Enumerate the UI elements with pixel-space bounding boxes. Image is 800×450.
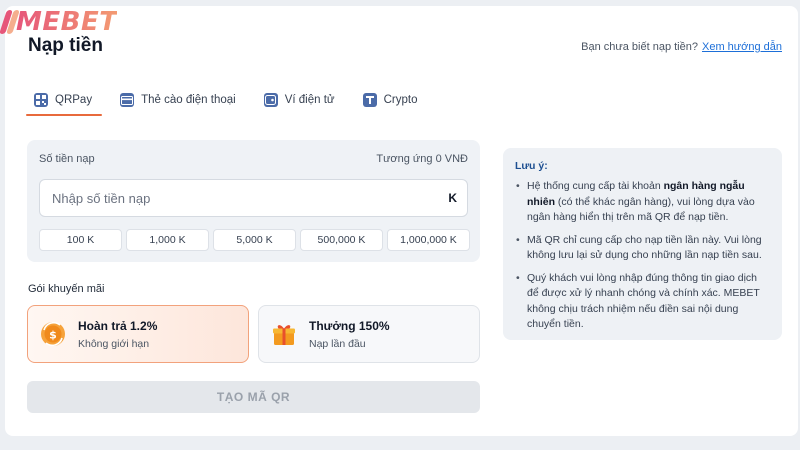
card-icon	[120, 93, 135, 107]
notes-box: Lưu ý: Hệ thống cung cấp tài khoản ngân …	[503, 148, 782, 340]
promo-text: Thưởng 150% Nạp lần đầu	[309, 319, 390, 350]
help-text: Bạn chưa biết nạp tiền?	[581, 41, 698, 53]
tab-label: Thẻ cào điện thoại	[141, 94, 236, 106]
amount-label: Số tiền nạp	[39, 153, 95, 165]
promo-bonus-card[interactable]: Thưởng 150% Nạp lần đầu	[258, 305, 480, 363]
promo-cashback-card[interactable]: $ Hoàn trả 1.2% Không giới hạn	[27, 305, 249, 363]
amount-presets: 100 K 1,000 K 5,000 K 500,000 K 1,000,00…	[39, 229, 470, 251]
gift-icon	[271, 321, 297, 347]
tab-label: Ví điện tử	[284, 94, 335, 106]
notes-list: Hệ thống cung cấp tài khoản ngân hàng ng…	[515, 179, 770, 333]
promo-text: Hoàn trả 1.2% Không giới hạn	[78, 319, 157, 350]
preset-amount-button[interactable]: 100 K	[39, 229, 122, 251]
preset-amount-button[interactable]: 5,000 K	[213, 229, 296, 251]
tab-label: QRPay	[55, 94, 93, 106]
promo-subtitle: Nạp lần đầu	[309, 337, 366, 350]
preset-amount-button[interactable]: 1,000 K	[126, 229, 209, 251]
note-item: Quý khách vui lòng nhập đúng thông tin g…	[515, 271, 770, 333]
amount-field: K	[39, 179, 468, 217]
amount-input[interactable]	[40, 180, 467, 216]
promo-title: Hoàn trả 1.2%	[78, 318, 158, 333]
wallet-icon	[263, 93, 278, 107]
tab-qrpay[interactable]: QRPay	[25, 86, 103, 116]
svg-text:$: $	[49, 329, 57, 342]
amount-equivalent: Tương ứng 0 VNĐ	[376, 153, 468, 165]
preset-amount-button[interactable]: 500,000 K	[300, 229, 383, 251]
tab-label: Crypto	[383, 94, 418, 106]
note-item: Mã QR chỉ cung cấp cho nạp tiền lần này.…	[515, 233, 770, 264]
qr-icon	[34, 93, 48, 107]
notes-title: Lưu ý:	[515, 160, 548, 172]
logo-mark-icon	[0, 8, 20, 36]
promo-title: Thưởng 150%	[309, 318, 390, 333]
payment-method-tabs: QRPay Thẻ cào điện thoại Ví điện tử Cryp…	[25, 86, 439, 116]
amount-section: Số tiền nạp Tương ứng 0 VNĐ K 100 K 1,00…	[27, 140, 480, 262]
tab-phone-card[interactable]: Thẻ cào điện thoại	[114, 86, 244, 114]
tab-crypto[interactable]: Crypto	[357, 86, 426, 114]
help-link[interactable]: Xem hướng dẫn	[702, 41, 782, 53]
promo-subtitle: Không giới hạn	[78, 337, 150, 350]
cashback-icon: $	[40, 321, 66, 347]
amount-unit: K	[448, 191, 457, 205]
brand-logo: MEBET	[0, 4, 117, 40]
note-item: Hệ thống cung cấp tài khoản ngân hàng ng…	[515, 179, 770, 226]
preset-amount-button[interactable]: 1,000,000 K	[387, 229, 470, 251]
tab-e-wallet[interactable]: Ví điện tử	[258, 86, 343, 114]
help-line: Bạn chưa biết nạp tiền? Xem hướng dẫn	[581, 41, 782, 53]
create-qr-button[interactable]: TẠO MÃ QR	[27, 381, 480, 413]
logo-text: MEBET	[16, 7, 118, 37]
promotions-label: Gói khuyến mãi	[28, 283, 105, 295]
crypto-icon	[362, 93, 377, 107]
